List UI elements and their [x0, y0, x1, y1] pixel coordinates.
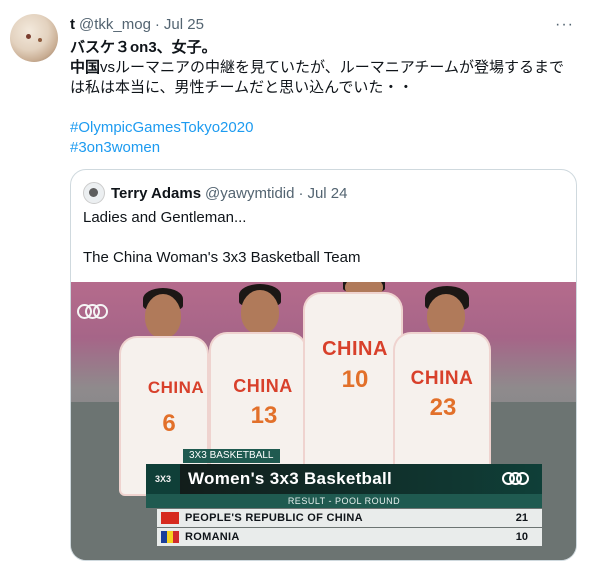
quoted-tweet-header: Terry Adams @yawymtidid · Jul 24 [83, 182, 348, 204]
jersey-number: 10 [341, 366, 369, 393]
tweet-line: バスケ３on3、女子。 [70, 39, 217, 56]
avatar-detail [38, 38, 42, 42]
china-flag-icon [161, 512, 179, 524]
more-options-icon[interactable]: ··· [555, 16, 574, 34]
separator: · [154, 16, 160, 33]
jersey-label: CHINA [410, 368, 474, 389]
avatar[interactable] [10, 14, 58, 62]
tweet-bold-word: 中国 [70, 59, 101, 76]
tweet-header: t @tkk_mog · Jul 25 [70, 16, 204, 33]
quoted-avatar[interactable] [83, 182, 105, 204]
tweet-line-rest: vsルーマニアの中継を見ていたが、ルーマニアチームが登場するまで [100, 59, 564, 76]
quoted-author-handle[interactable]: @yawymtidid [205, 185, 294, 202]
broadcast-subtitle: RESULT - POOL ROUND [146, 494, 542, 508]
jersey-label: CHINA [322, 338, 388, 360]
quoted-line: The China Woman's 3x3 Basketball Team [83, 249, 361, 266]
quoted-line: Ladies and Gentleman... [83, 209, 247, 226]
broadcast-category: 3X3 BASKETBALL [183, 449, 280, 463]
quoted-tweet[interactable]: Terry Adams @yawymtidid · Jul 24 Ladies … [70, 169, 577, 561]
tweet-text: バスケ３on3、女子。 中国vsルーマニアの中継を見ていたが、ルーマニアチームが… [70, 38, 575, 158]
tweet-photo[interactable]: CHINA 6 CHINA 13 CHINA 10 CHINA 23 3X3 B… [71, 282, 576, 560]
romania-flag-icon [161, 531, 179, 543]
team-name: People's Republic of China [185, 512, 363, 524]
jersey-label: CHINA [147, 378, 205, 397]
tweet-line: は私は本当に、男性チームだと思い込んでいた・・ [70, 79, 414, 96]
tweet-line: 中国vsルーマニアの中継を見ていたが、ルーマニアチームが登場するまで [70, 58, 575, 78]
broadcast-title: Women's 3x3 Basketball [188, 469, 393, 488]
team-name: Romania [185, 531, 240, 543]
separator: · [298, 184, 304, 202]
quoted-author-name[interactable]: Terry Adams [111, 185, 201, 202]
hashtag-link[interactable]: #OlympicGamesTokyo2020 [70, 118, 575, 138]
team-score: 10 [515, 531, 528, 543]
jersey-number: 6 [162, 410, 176, 437]
hashtag-link[interactable]: #3on3women [70, 138, 575, 158]
broadcast-title-bar: 3X3 Women's 3x3 Basketball [146, 464, 542, 494]
olympic-rings-icon [502, 472, 536, 486]
jersey-number: 13 [250, 402, 278, 429]
avatar-detail [26, 34, 31, 39]
author-handle[interactable]: @tkk_mog [79, 16, 151, 33]
quoted-tweet-text: Ladies and Gentleman... The China Woman'… [83, 208, 563, 268]
timestamp[interactable]: Jul 25 [164, 16, 204, 33]
basketball-logo-icon: 3X3 [146, 464, 180, 494]
jersey-label: CHINA [233, 376, 293, 396]
result-row: People's Republic of China 21 [157, 509, 542, 527]
tweet[interactable]: t @tkk_mog · Jul 25 ··· バスケ３on3、女子。 中国vs… [0, 0, 594, 561]
olympic-rings-icon [77, 304, 111, 320]
quoted-timestamp[interactable]: Jul 24 [307, 185, 347, 202]
author-name[interactable]: t [70, 16, 75, 33]
result-row: Romania 10 [157, 528, 542, 546]
jersey-number: 23 [429, 394, 457, 421]
team-score: 21 [515, 512, 528, 524]
